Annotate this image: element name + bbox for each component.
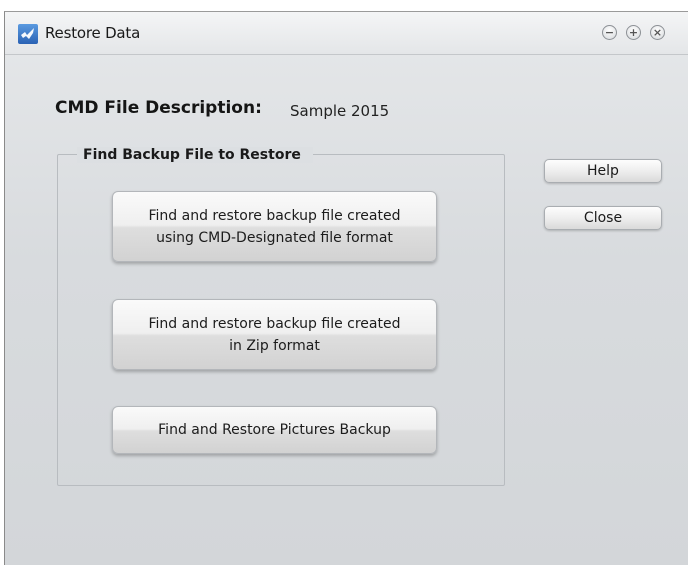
app-logo-icon — [18, 24, 38, 44]
restore-pictures-backup-button[interactable]: Find and Restore Pictures Backup — [112, 406, 437, 454]
minimize-icon: − — [604, 26, 615, 39]
restore-cmd-format-button[interactable]: Find and restore backup file created usi… — [112, 191, 437, 262]
restore-data-window: Restore Data − + × CMD File Description:… — [4, 11, 688, 565]
maximize-button[interactable]: + — [626, 25, 641, 40]
minimize-button[interactable]: − — [602, 25, 617, 40]
restore-zip-format-button[interactable]: Find and restore backup file created in … — [112, 299, 437, 370]
groupbox-legend: Find Backup File to Restore — [77, 147, 313, 163]
close-icon: × — [652, 26, 663, 39]
description-value: Sample 2015 — [290, 102, 390, 120]
window-title: Restore Data — [45, 24, 141, 42]
description-label: CMD File Description: — [55, 98, 262, 118]
maximize-icon: + — [628, 26, 639, 39]
help-button[interactable]: Help — [544, 159, 662, 183]
title-bar[interactable]: Restore Data − + × — [5, 12, 688, 55]
close-window-button[interactable]: × — [650, 25, 665, 40]
close-button[interactable]: Close — [544, 206, 662, 230]
